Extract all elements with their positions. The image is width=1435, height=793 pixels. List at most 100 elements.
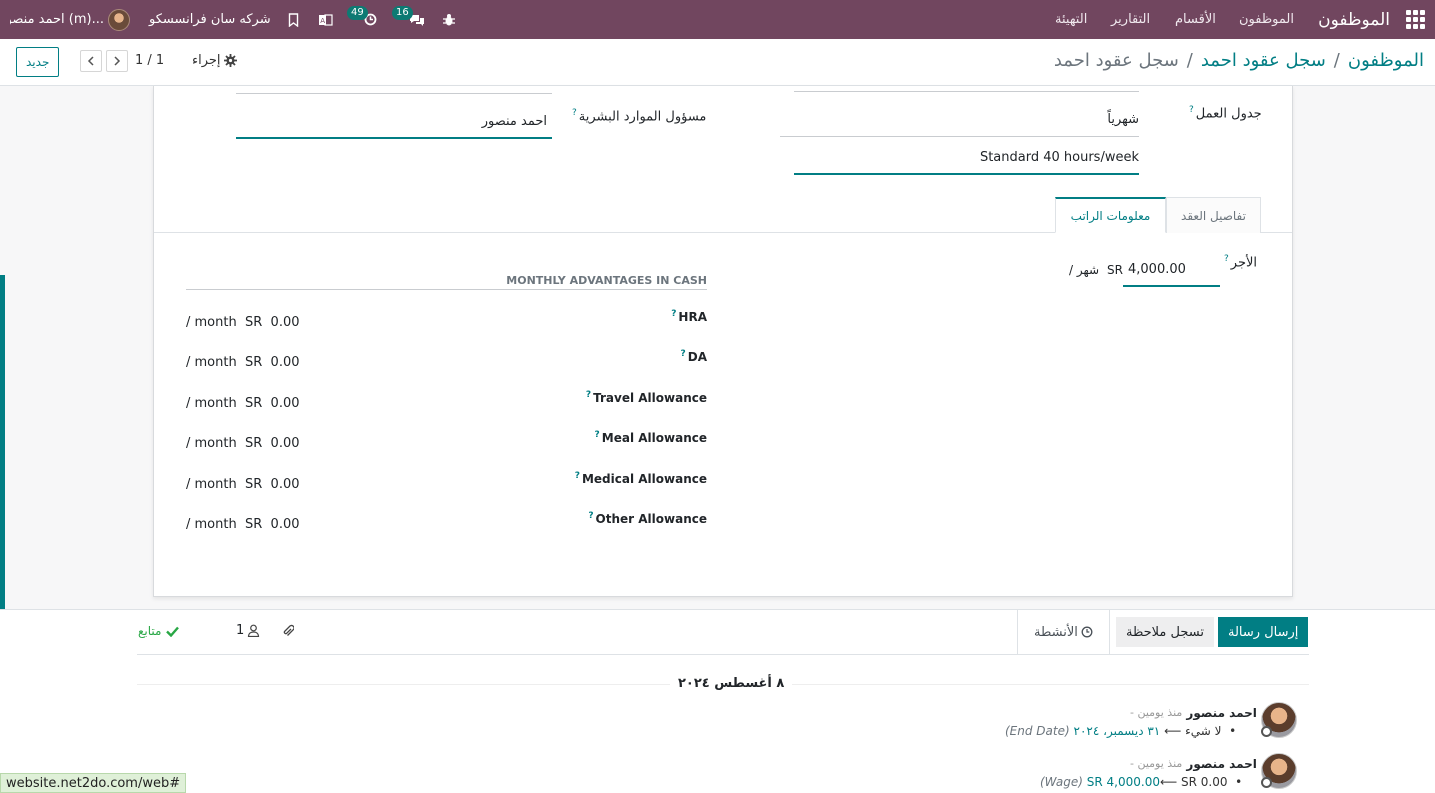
action-label: إجراء [192,53,221,68]
action-menu[interactable]: إجراء [192,53,237,68]
tracking-change: (End Date) ٣١ ديسمبر، ٢٠٢٤ ⟵ لا شيء • [1005,724,1237,738]
advantage-value[interactable]: / month SR 0.00 [186,517,300,532]
pager-prev-button[interactable] [80,50,102,72]
hr-responsible-label: ? مسؤول الموارد البشرية [572,108,707,125]
help-tooltip-icon[interactable]: ? [586,390,591,400]
breadcrumb-separator: / [1186,50,1193,71]
message-time: - منذ يومين [1130,757,1183,770]
wage-underline [1123,285,1220,287]
help-tooltip-icon[interactable]: ? [1224,254,1229,264]
status-bar-url: website.net2do.com/web# [0,773,187,793]
menu-reporting[interactable]: التقارير [1111,0,1150,39]
message-header: - منذ يومين احمد منصور [1130,705,1257,720]
help-tooltip-icon[interactable]: ? [575,471,580,481]
followers-button[interactable]: 1 [236,623,260,638]
messages-count-badge: 16 [392,6,413,20]
breadcrumb-contracts-link[interactable]: سجل عقود احمد [1201,50,1326,71]
schedule-pay-select[interactable]: شهرياً [780,112,1139,127]
clock-icon [1081,626,1093,638]
scroll-indicator[interactable] [0,275,5,658]
send-message-button[interactable]: إرسال رسالة [1218,617,1309,647]
help-tooltip-icon[interactable]: ? [572,108,577,118]
help-tooltip-icon[interactable]: ? [671,309,676,319]
hr-responsible-input[interactable]: احمد منصور [236,114,552,129]
wage-input[interactable]: 4,000.00 [1128,262,1186,277]
gear-icon [223,54,237,67]
help-tooltip-icon[interactable]: ? [595,430,600,440]
field-underline [780,136,1139,137]
menu-configuration[interactable]: التهيئة [1055,0,1087,39]
message-status-dot [1261,726,1272,737]
advantage-label: ? HRA [671,309,707,324]
message-author[interactable]: احمد منصور [1186,706,1257,720]
field-underline [794,91,1139,92]
menu-employees[interactable]: الموظفون [1239,0,1294,39]
advantage-value[interactable]: / month SR 0.00 [186,355,300,370]
message-header: - منذ يومين احمد منصور [1130,756,1257,771]
menu-departments[interactable]: الأقسام [1175,0,1216,39]
chatter-divider [137,654,1309,655]
user-name[interactable]: احمد منصور (m)... [10,0,104,39]
date-separator-label: ٨ أغسطس ٢٠٢٤ [670,676,793,691]
hr-responsible-underline [236,137,552,139]
advantages-section-title: MONTHLY ADVANTAGES IN CASH [506,274,707,287]
language-switch-icon[interactable]: A [318,0,333,39]
breadcrumb-current: سجل عقود احمد [1053,50,1179,71]
follow-status-label: متابع [138,624,162,638]
debug-bug-icon[interactable] [442,0,456,39]
tab-salary-information[interactable]: معلومات الراتب [1055,197,1166,233]
breadcrumb-employees-link[interactable]: الموظفون [1348,50,1424,71]
advantage-value[interactable]: / month SR 0.00 [186,436,300,451]
activities-label: الأنشطة [1034,624,1078,640]
new-button[interactable]: جديد [16,47,60,77]
help-tooltip-icon[interactable]: ? [681,349,686,359]
svg-text:A: A [320,17,325,25]
tracking-new-value: SR 4,000.00 [1086,775,1160,789]
tracking-field-name: (Wage) [1040,775,1083,789]
tracking-old-value: لا شيء [1185,724,1222,738]
wage-label: ? الأجر [1224,254,1258,271]
working-hours-underline [794,173,1139,175]
tracking-change: (Wage) SR 4,000.00 ⟵ SR 0.00 • [1040,775,1243,789]
bookmark-icon[interactable] [288,0,299,39]
help-tooltip-icon[interactable]: ? [1189,105,1194,115]
user-icon [248,624,260,637]
check-icon [166,626,180,637]
help-tooltip-icon[interactable]: ? [588,511,593,521]
advantage-value[interactable]: / month SR 0.00 [186,477,300,492]
chevron-right-icon [114,56,121,66]
apps-menu-icon[interactable] [1406,0,1428,39]
message-status-dot [1261,777,1272,788]
wage-currency: SR [1107,263,1123,277]
tracking-field-name: (End Date) [1005,724,1070,738]
activities-count-badge: 49 [347,6,368,20]
log-note-button[interactable]: تسجل ملاحظة [1116,617,1214,647]
tracking-arrow: ⟵ [1159,775,1178,789]
message-author[interactable]: احمد منصور [1186,757,1257,771]
advantage-label: ? Meal Allowance [594,430,707,445]
company-switcher[interactable]: شركه سان فرانسسكو [149,0,271,39]
breadcrumb-separator: / [1333,50,1340,71]
activities-clock-icon[interactable] [364,0,377,39]
chevron-left-icon [87,56,94,66]
advantage-value[interactable]: / month SR 0.00 [186,315,300,330]
follow-status-button[interactable]: متابع [138,624,180,638]
advantage-value[interactable]: / month SR 0.00 [186,396,300,411]
messages-icon[interactable] [409,0,425,39]
tracking-new-value: ٣١ ديسمبر، ٢٠٢٤ [1073,724,1161,738]
section-divider [186,289,707,290]
activities-button[interactable]: الأنشطة [1017,610,1110,654]
pager-value[interactable]: 1 / 1 [135,53,164,68]
user-avatar[interactable] [108,0,130,39]
advantage-label: ? Other Allowance [588,511,707,526]
working-schedule-label: ? جدول العمل [1189,105,1262,122]
pager-next-button[interactable] [106,50,128,72]
wage-period: / شهر [1069,263,1100,277]
advantage-label: ? Travel Allowance [585,390,707,405]
attachment-paperclip-icon[interactable] [282,624,294,638]
app-brand[interactable]: الموظفون [1318,0,1390,39]
tab-contract-details[interactable]: تفاصيل العقد [1166,197,1261,233]
breadcrumb: سجل عقود احمد / سجل عقود احمد / الموظفون [1054,50,1424,71]
field-underline [236,93,552,94]
working-hours-select[interactable]: Standard 40 hours/week [794,150,1139,165]
